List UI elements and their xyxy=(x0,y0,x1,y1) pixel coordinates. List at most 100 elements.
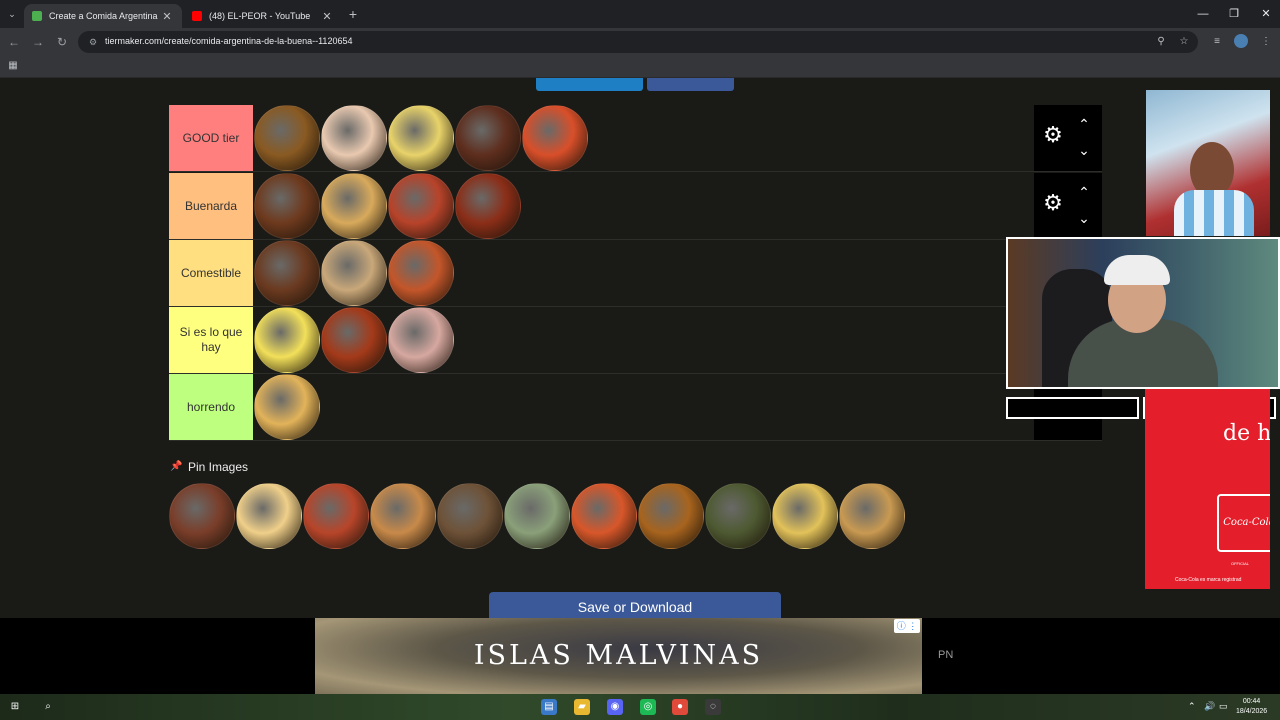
adchoices-icon[interactable]: ⓘ ⋮ xyxy=(894,619,920,633)
pin-images-toggle[interactable]: 📌 Pin Images xyxy=(170,460,248,474)
clock-time: 00:44 xyxy=(1242,698,1261,705)
minimize-icon[interactable]: — xyxy=(1193,6,1213,22)
food-image[interactable] xyxy=(321,105,387,171)
restore-icon[interactable]: ❐ xyxy=(1224,6,1244,22)
chevron-up-icon[interactable]: ⌃ xyxy=(1074,117,1094,131)
food-image[interactable] xyxy=(522,105,588,171)
close-tab-icon[interactable]: ✕ xyxy=(160,10,174,23)
tier-items xyxy=(253,105,1034,171)
chrome-icon[interactable]: ● xyxy=(672,699,688,715)
search-icon[interactable]: ⌕ xyxy=(40,699,56,715)
youtube-favicon-icon xyxy=(192,11,202,21)
food-image[interactable] xyxy=(321,173,387,239)
food-image[interactable] xyxy=(455,173,521,239)
apps-grid-icon[interactable]: ▦ xyxy=(7,60,19,72)
tab-search-chevron-down-icon[interactable]: ⌄ xyxy=(4,6,20,22)
bookmark-star-icon[interactable]: ☆ xyxy=(1177,35,1191,49)
chevron-up-icon[interactable]: ⌃ xyxy=(1074,185,1094,199)
spotify-icon[interactable]: ◎ xyxy=(640,699,656,715)
tier-list-board: GOOD tier ⚙ ⌃ ⌄ Buenarda ⚙ ⌃ ⌄ Comestible Si es l… xyxy=(169,105,1102,441)
site-info-tune-icon[interactable]: ⚙ xyxy=(87,36,99,48)
food-image[interactable] xyxy=(321,307,387,373)
back-arrow-icon[interactable]: ← xyxy=(6,34,22,50)
coke-fine-print: Coca-Cola es marca registrad xyxy=(1175,577,1242,583)
gear-icon[interactable]: ⚙ xyxy=(1041,191,1065,215)
reload-icon[interactable]: ↻ xyxy=(54,34,70,50)
tier-row: Si es lo que hay xyxy=(169,307,1102,374)
unranked-image-pool xyxy=(169,483,905,549)
tier-row: GOOD tier ⚙ ⌃ ⌄ xyxy=(169,105,1102,172)
tier-label[interactable]: horrendo xyxy=(169,374,253,440)
store-icon[interactable]: ▤ xyxy=(541,699,557,715)
tier-row: Comestible xyxy=(169,240,1102,307)
food-image[interactable] xyxy=(388,105,454,171)
islas-malvinas-ad[interactable]: ISLAS MALVINAS ⓘ ⋮ xyxy=(315,618,922,694)
kebab-menu-icon[interactable]: ⋮ xyxy=(1258,34,1274,50)
food-image[interactable] xyxy=(772,483,838,549)
save-or-download-button[interactable]: Save or Download xyxy=(489,592,781,618)
top-facebook-button[interactable] xyxy=(647,78,734,91)
coke-official-label: OFFICIAL xyxy=(1231,561,1250,566)
food-image[interactable] xyxy=(455,105,521,171)
forward-arrow-icon[interactable]: → xyxy=(30,34,46,50)
food-image[interactable] xyxy=(254,307,320,373)
top-share-button[interactable] xyxy=(536,78,643,91)
argentina-shirt xyxy=(1174,190,1254,236)
system-clock[interactable]: 00:44 18/4/2026 xyxy=(1236,697,1267,717)
volume-icon[interactable]: 🔊 xyxy=(1204,701,1215,712)
tray-chevron-up-icon[interactable]: ⌃ xyxy=(1188,701,1196,712)
food-image[interactable] xyxy=(254,173,320,239)
tier-label[interactable]: Buenarda xyxy=(169,173,253,239)
food-image[interactable] xyxy=(254,105,320,171)
tier-items xyxy=(253,307,1034,373)
food-image[interactable] xyxy=(303,483,369,549)
tier-items xyxy=(253,173,1034,239)
food-image[interactable] xyxy=(571,483,637,549)
chevron-down-icon[interactable]: ⌄ xyxy=(1074,143,1094,157)
pin-images-label: Pin Images xyxy=(188,460,249,474)
tab-strip: ⌄ Create a Comida Argentina de ✕ (48) EL… xyxy=(0,0,1280,28)
address-bar[interactable]: ⚙ tiermaker.com/create/comida-argentina-… xyxy=(78,31,1198,53)
profile-avatar[interactable] xyxy=(1234,34,1248,48)
food-image[interactable] xyxy=(388,307,454,373)
url-text[interactable]: tiermaker.com/create/comida-argentina-de… xyxy=(105,36,352,46)
food-image[interactable] xyxy=(321,240,387,306)
food-image[interactable] xyxy=(839,483,905,549)
media-control-icon[interactable]: ≡ xyxy=(1209,34,1225,50)
streamer-webcam xyxy=(1006,237,1280,389)
tab-tiermaker[interactable]: Create a Comida Argentina de ✕ xyxy=(24,4,182,28)
food-image[interactable] xyxy=(370,483,436,549)
obs-icon[interactable]: ◌ xyxy=(705,699,721,715)
folder-icon[interactable]: ▰ xyxy=(574,699,590,715)
food-image[interactable] xyxy=(169,483,235,549)
food-image[interactable] xyxy=(705,483,771,549)
discord-icon[interactable]: ◉ xyxy=(607,699,623,715)
close-window-icon[interactable]: ✕ xyxy=(1256,6,1276,22)
close-tab-icon[interactable]: ✕ xyxy=(320,10,334,23)
zoom-icon[interactable]: ⚲ xyxy=(1154,35,1168,49)
food-image[interactable] xyxy=(254,240,320,306)
tier-label[interactable]: Comestible xyxy=(169,240,253,306)
food-image[interactable] xyxy=(388,240,454,306)
windows-taskbar: ⌃ 🔊 ▭ 00:44 18/4/2026 ⊞ ⌕ ▤ ▰ ◉ ◎ ● ◌ xyxy=(0,694,1280,720)
start-icon[interactable]: ⊞ xyxy=(7,699,23,715)
food-image[interactable] xyxy=(236,483,302,549)
food-image[interactable] xyxy=(254,374,320,440)
coca-cola-ad[interactable]: de h Coca-Cola OFFICIAL Coca-Cola es mar… xyxy=(1145,389,1270,589)
food-image[interactable] xyxy=(504,483,570,549)
food-image[interactable] xyxy=(638,483,704,549)
tier-label[interactable]: Si es lo que hay xyxy=(169,307,253,373)
network-icon[interactable]: ▭ xyxy=(1219,701,1228,712)
tier-label[interactable]: GOOD tier xyxy=(169,105,253,171)
browser-toolbar: ← → ↻ ⚙ tiermaker.com/create/comida-arge… xyxy=(0,28,1280,56)
streamer-cap xyxy=(1104,255,1170,285)
tier-items xyxy=(253,374,1034,440)
gear-icon[interactable]: ⚙ xyxy=(1041,123,1065,147)
tab-youtube[interactable]: (48) EL-PEOR - YouTube ✕ xyxy=(184,4,342,28)
food-image[interactable] xyxy=(437,483,503,549)
tier-row: Buenarda ⚙ ⌃ ⌄ xyxy=(169,173,1102,240)
new-tab-plus-icon[interactable]: + xyxy=(345,6,361,22)
coca-cola-logo: Coca-Cola xyxy=(1217,494,1270,552)
chevron-down-icon[interactable]: ⌄ xyxy=(1074,211,1094,225)
food-image[interactable] xyxy=(388,173,454,239)
